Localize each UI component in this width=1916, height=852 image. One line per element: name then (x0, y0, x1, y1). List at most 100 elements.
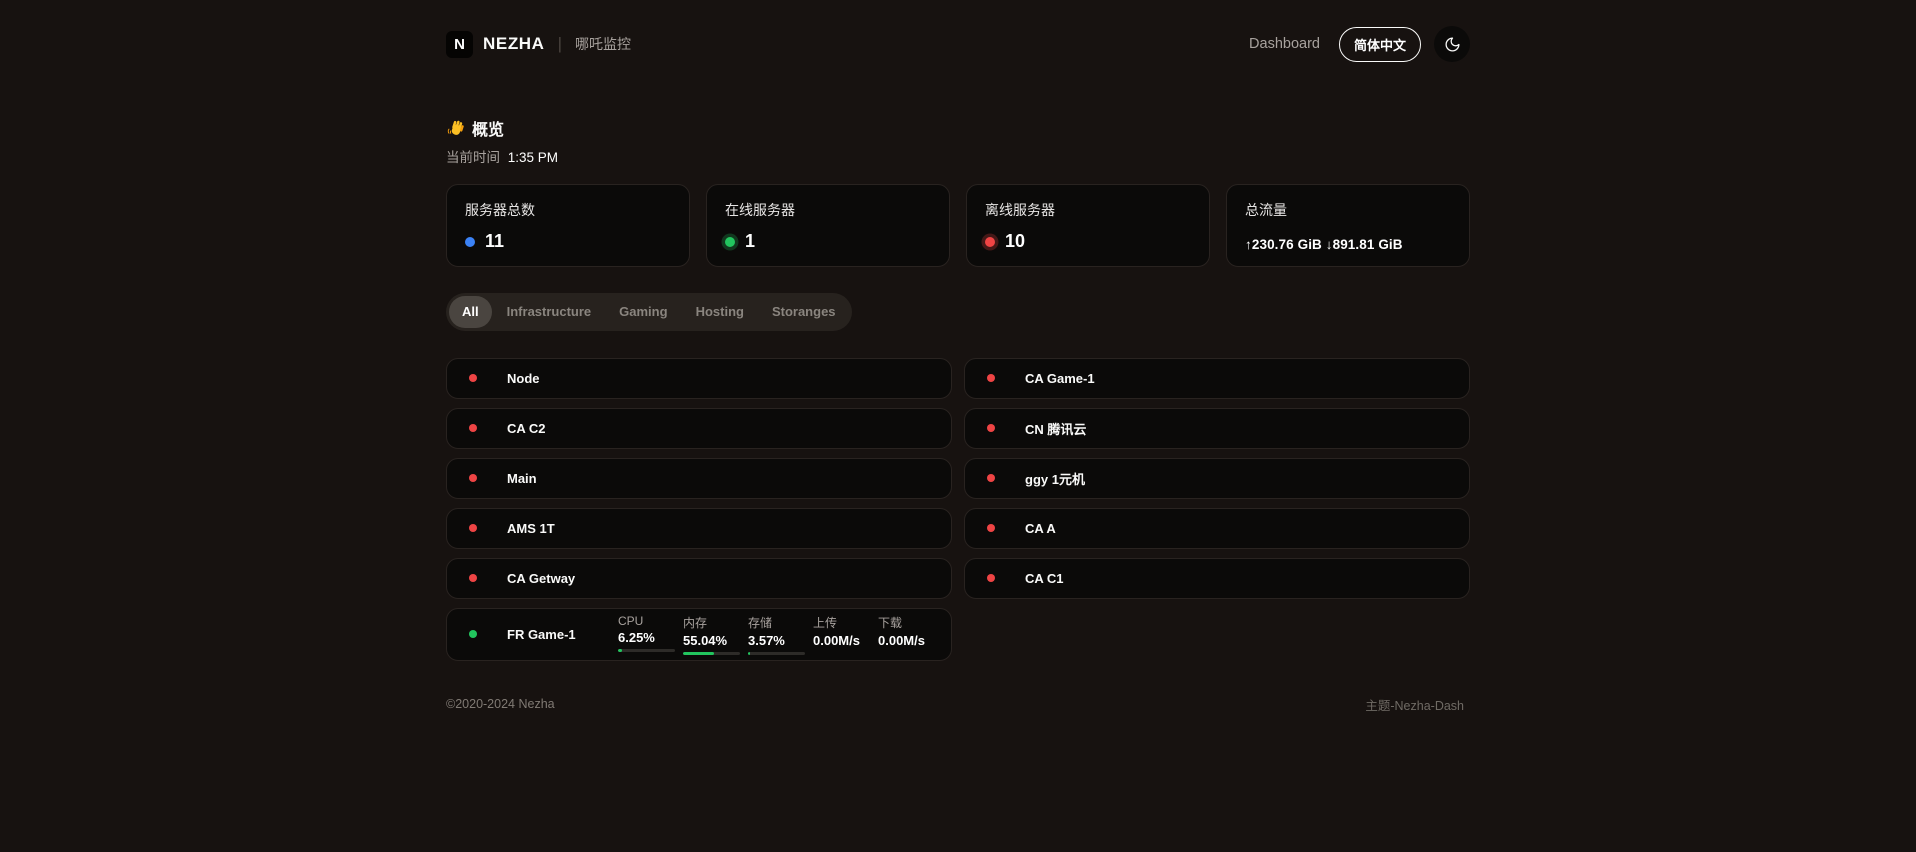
server-name: Main (507, 471, 537, 486)
server-stat-value: 0.00M/s (878, 633, 935, 648)
server-status-dot (987, 574, 995, 582)
server-stat-value: 55.04% (683, 633, 740, 648)
server-row[interactable]: CA Getway (446, 558, 952, 599)
stat-card-label: 总流量 (1245, 200, 1451, 220)
tab-gaming[interactable]: Gaming (606, 296, 680, 328)
server-status-dot (469, 374, 477, 382)
server-stat-label: 上传 (813, 614, 870, 631)
server-row[interactable]: AMS 1T (446, 508, 952, 549)
group-tabs: AllInfrastructureGamingHostingStoranges (446, 293, 852, 331)
wave-icon (446, 119, 465, 138)
server-stat: 上传 0.00M/s (813, 614, 870, 655)
stat-card-value-row: ↑230.76 GiB ↓891.81 GiB (1245, 237, 1451, 252)
server-row[interactable]: Node (446, 358, 952, 399)
stat-cards: 服务器总数 11 在线服务器 1 离线服务器 10 总流量 ↑230.76 Gi… (446, 184, 1470, 267)
tab-all[interactable]: All (449, 296, 492, 328)
time-value: 1:35 PM (508, 150, 558, 165)
stat-card: 服务器总数 11 (446, 184, 690, 267)
server-row[interactable]: CA C1 (964, 558, 1470, 599)
copyright-text: ©2020-2024 Nezha (446, 697, 555, 711)
server-name: AMS 1T (507, 521, 555, 536)
stat-card: 在线服务器 1 (706, 184, 950, 267)
server-status-dot (469, 574, 477, 582)
server-stat: 下载 0.00M/s (878, 614, 935, 655)
progress-bar (748, 652, 805, 655)
server-stat: CPU 6.25% (618, 614, 675, 655)
footer: ©2020-2024 Nezha 主题-Nezha-Dash (446, 694, 1470, 775)
brand-separator: | (558, 34, 562, 54)
server-stat-label: 内存 (683, 614, 740, 631)
server-status-dot (469, 424, 477, 432)
server-row[interactable]: Main (446, 458, 952, 499)
brand-logo[interactable]: N NEZHA | 哪吒监控 (446, 31, 631, 58)
header-actions: Dashboard 简体中文 (1243, 26, 1470, 62)
stat-card-label: 在线服务器 (725, 200, 931, 220)
server-status-dot (987, 374, 995, 382)
server-name: ggy 1元机 (1025, 469, 1085, 488)
status-dot (725, 237, 735, 247)
server-name: CA Game-1 (1025, 371, 1095, 386)
time-label: 当前时间 (446, 150, 500, 165)
header: N NEZHA | 哪吒监控 Dashboard 简体中文 (446, 0, 1470, 64)
server-status-dot (987, 524, 995, 532)
server-stat: 存储 3.57% (748, 614, 805, 655)
stat-card-value-row: 1 (725, 231, 931, 252)
stat-card-label: 服务器总数 (465, 200, 671, 220)
stat-card-value: 10 (1005, 231, 1025, 252)
brand-subtitle: 哪吒监控 (575, 34, 631, 54)
stat-card-value: ↑230.76 GiB ↓891.81 GiB (1245, 237, 1403, 252)
server-name: CA C1 (1025, 571, 1064, 586)
stat-card-value: 1 (745, 231, 755, 252)
progress-bar (618, 649, 675, 652)
language-button[interactable]: 简体中文 (1339, 27, 1421, 62)
stat-card-value-row: 11 (465, 231, 671, 252)
current-time: 当前时间 1:35 PM (446, 146, 1470, 166)
server-status-dot (987, 424, 995, 432)
progress-bar (683, 652, 740, 655)
server-stat-label: CPU (618, 614, 675, 628)
overview-section: 概览 当前时间 1:35 PM (446, 116, 1470, 166)
server-stat-value: 3.57% (748, 633, 805, 648)
moon-icon (1444, 36, 1461, 53)
tab-infrastructure[interactable]: Infrastructure (494, 296, 605, 328)
status-dot (465, 237, 475, 247)
dashboard-link[interactable]: Dashboard (1243, 35, 1326, 53)
server-name: CA A (1025, 521, 1056, 536)
server-row[interactable]: FR Game-1 CPU 6.25% 内存 55.04% 存储 3.57% 上… (446, 608, 952, 661)
status-dot (985, 237, 995, 247)
overview-title-text: 概览 (472, 116, 504, 140)
server-grid: Node CA Game-1 CA C2 CN 腾讯云 Main ggy 1元机… (446, 358, 1470, 661)
page-container: N NEZHA | 哪吒监控 Dashboard 简体中文 (446, 0, 1470, 775)
server-stat-label: 存储 (748, 614, 805, 631)
server-row[interactable]: CN 腾讯云 (964, 408, 1470, 449)
server-row[interactable]: ggy 1元机 (964, 458, 1470, 499)
server-status-dot (987, 474, 995, 482)
stat-card: 总流量 ↑230.76 GiB ↓891.81 GiB (1226, 184, 1470, 267)
server-name: CA C2 (507, 421, 546, 436)
server-row[interactable]: CA C2 (446, 408, 952, 449)
stat-card-value: 11 (485, 231, 504, 252)
server-name: Node (507, 371, 540, 386)
server-row[interactable]: CA A (964, 508, 1470, 549)
server-stat-value: 6.25% (618, 630, 675, 645)
server-name: CN 腾讯云 (1025, 419, 1086, 438)
server-stat: 内存 55.04% (683, 614, 740, 655)
server-name: FR Game-1 (507, 627, 576, 642)
theme-toggle-button[interactable] (1434, 26, 1470, 62)
server-status-dot (469, 630, 477, 638)
brand-name: NEZHA (483, 34, 545, 54)
server-stat-value: 0.00M/s (813, 633, 870, 648)
tab-storanges[interactable]: Storanges (759, 296, 849, 328)
stat-card-value-row: 10 (985, 231, 1191, 252)
server-status-dot (469, 524, 477, 532)
page-title: 概览 (446, 116, 1470, 140)
server-stats: CPU 6.25% 内存 55.04% 存储 3.57% 上传 0.00M/s … (618, 614, 935, 655)
server-stat-label: 下载 (878, 614, 935, 631)
theme-credit-link[interactable]: 主题-Nezha-Dash (1359, 694, 1470, 715)
stat-card: 离线服务器 10 (966, 184, 1210, 267)
server-status-dot (469, 474, 477, 482)
tab-hosting[interactable]: Hosting (683, 296, 757, 328)
server-name: CA Getway (507, 571, 575, 586)
logo-n-icon: N (446, 31, 473, 58)
server-row[interactable]: CA Game-1 (964, 358, 1470, 399)
